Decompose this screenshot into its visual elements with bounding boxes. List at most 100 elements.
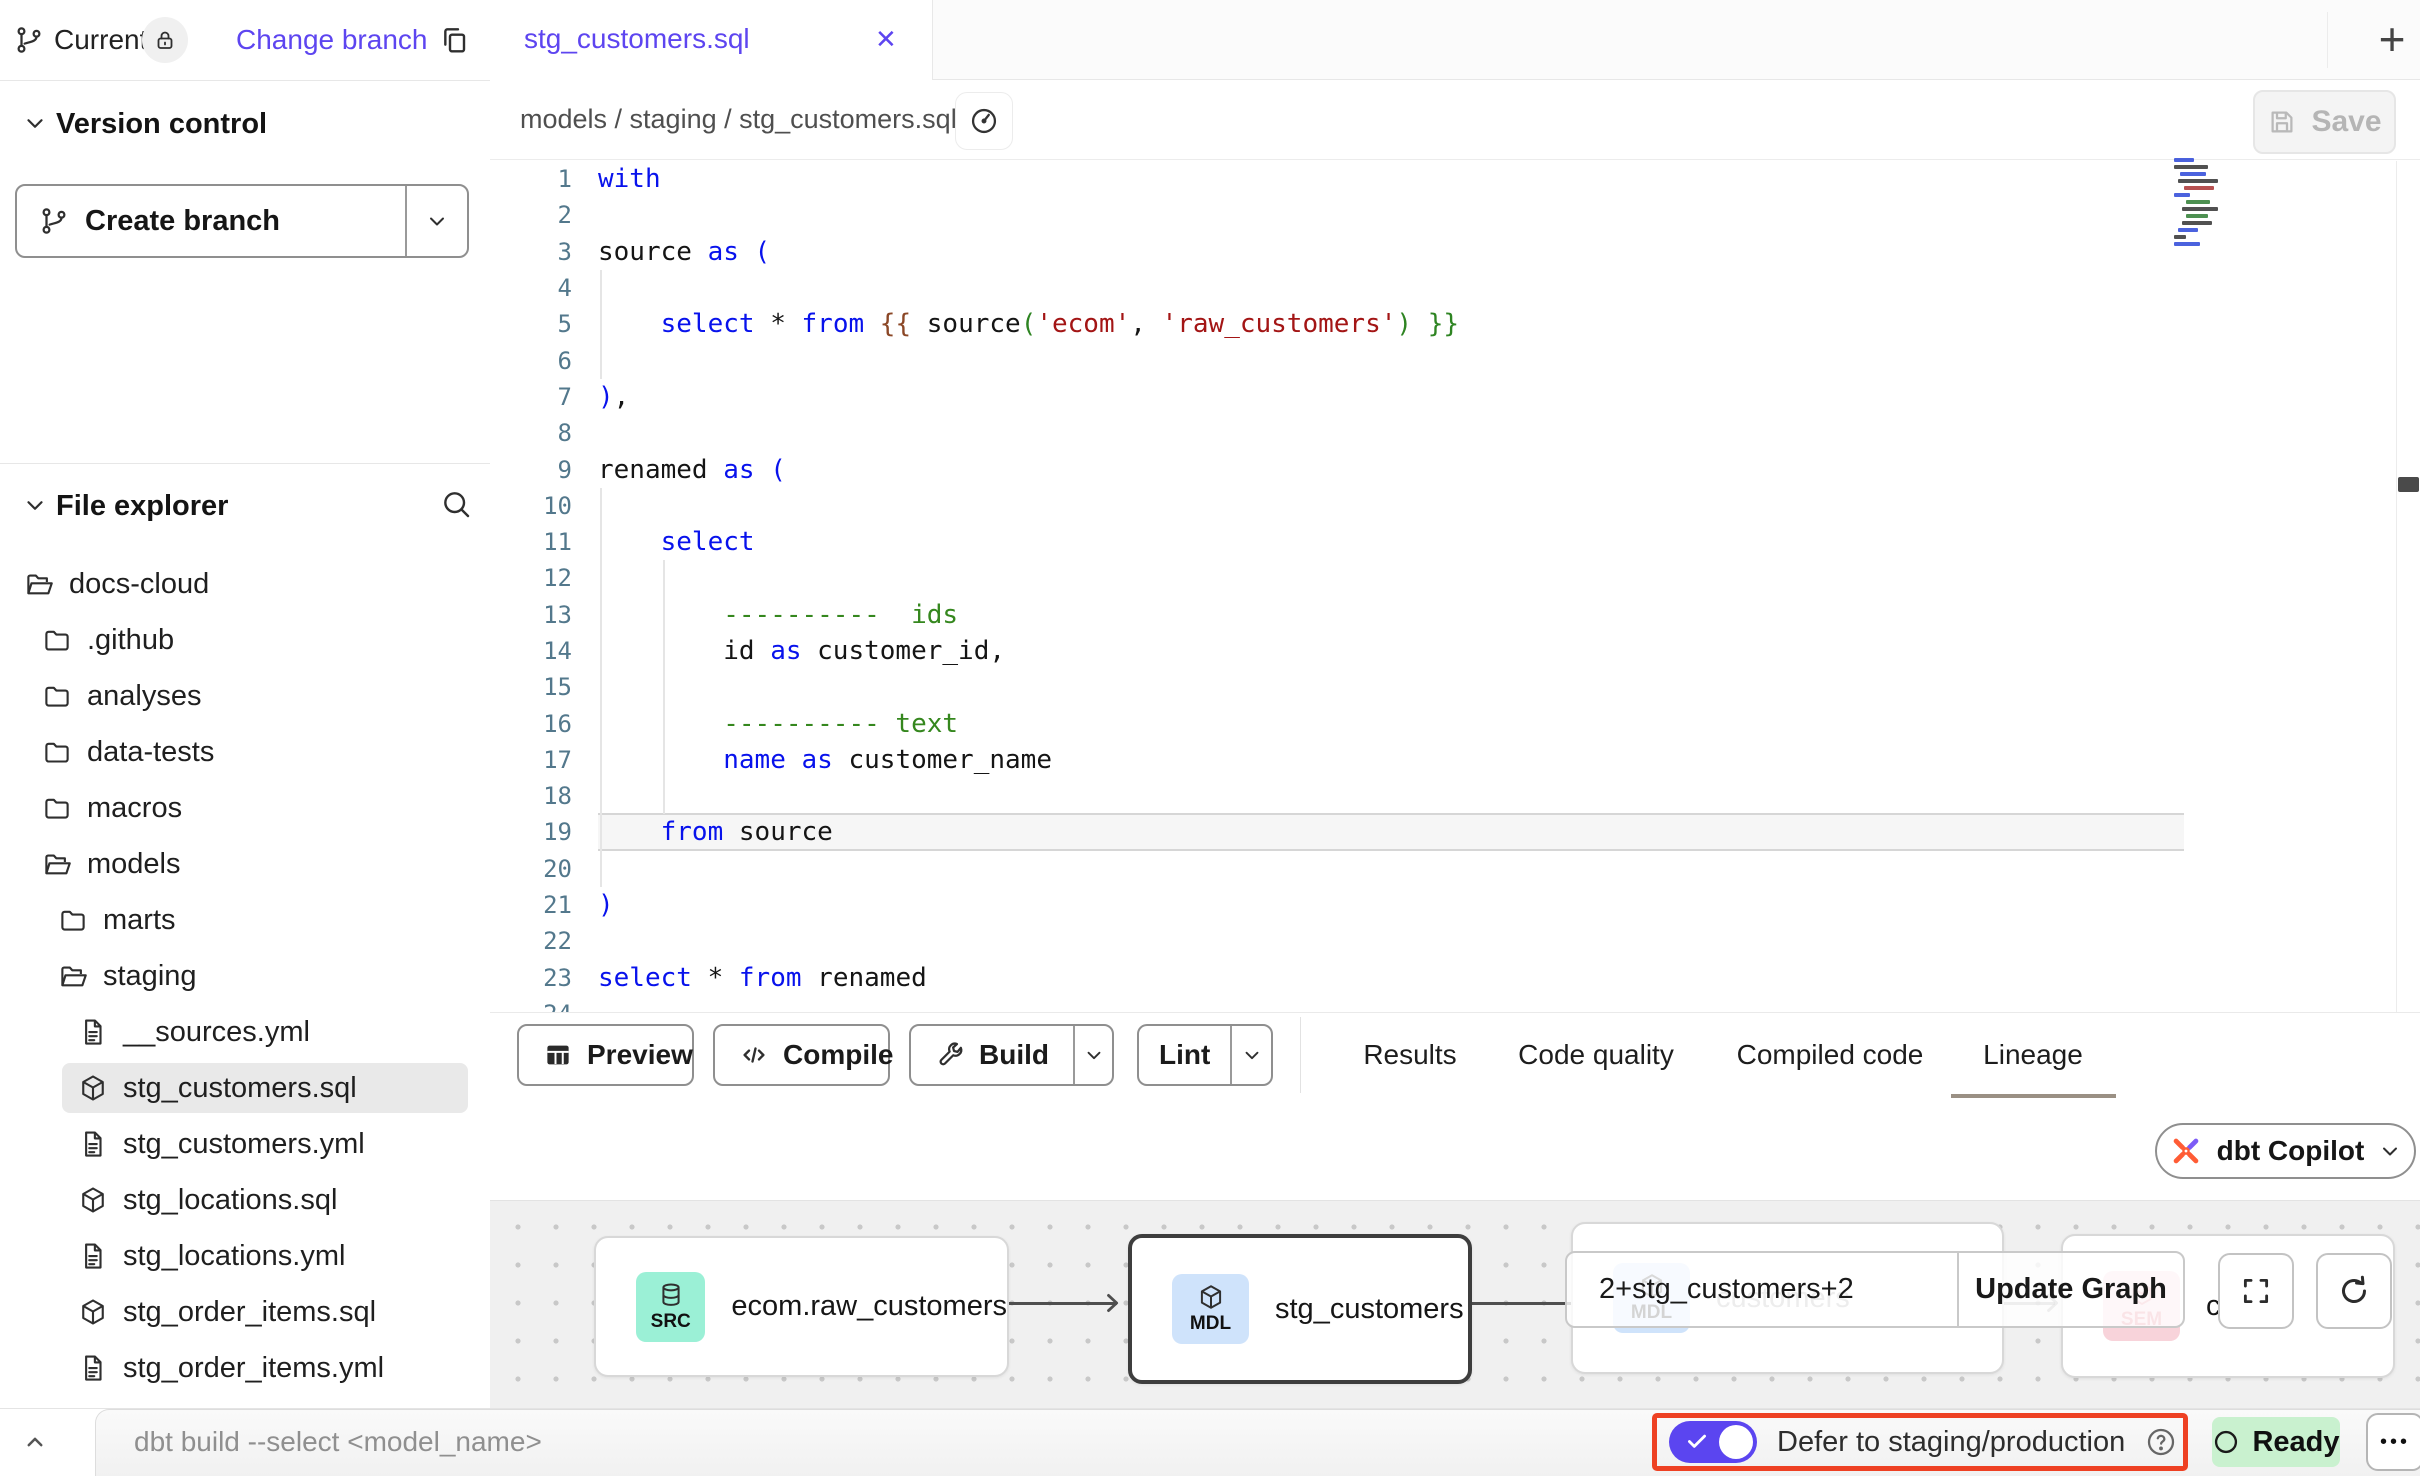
code-line-7[interactable]: 7),: [490, 379, 2420, 415]
build-label: Build: [979, 1039, 1049, 1071]
toggle-knob: [1719, 1425, 1753, 1459]
tree-item-staging[interactable]: staging: [0, 948, 490, 1004]
code-line-24[interactable]: 24: [490, 996, 2420, 1012]
tree-item-docs-cloud[interactable]: docs-cloud: [0, 556, 490, 612]
code-line-21[interactable]: 21): [490, 887, 2420, 923]
build-button[interactable]: Build: [909, 1024, 1114, 1086]
close-icon[interactable]: ✕: [875, 0, 897, 78]
tree-item-label: models: [87, 848, 181, 881]
code-line-12[interactable]: 12: [490, 560, 2420, 596]
file-explorer-chevron-icon[interactable]: [22, 492, 48, 518]
tree-item-analyses[interactable]: analyses: [0, 668, 490, 724]
code-line-23[interactable]: 23select * from renamed: [490, 960, 2420, 996]
code-editor[interactable]: 1with23source as (45 select * from {{ so…: [490, 160, 2420, 1012]
build-dropdown[interactable]: [1073, 1026, 1112, 1084]
line-number: 24: [490, 1000, 598, 1012]
folder-open-icon: [24, 569, 54, 599]
model-badge: MDL: [1172, 1274, 1249, 1344]
save-button[interactable]: Save: [2253, 90, 2396, 154]
update-graph-button[interactable]: Update Graph: [1959, 1253, 2183, 1326]
code-line-14[interactable]: 14 id as customer_id,: [490, 633, 2420, 669]
folder-icon: [58, 905, 88, 935]
navigate-icon[interactable]: [955, 92, 1013, 150]
code-line-16[interactable]: 16 ---------- text: [490, 705, 2420, 741]
create-branch-button[interactable]: Create branch: [15, 184, 469, 258]
code-line-18[interactable]: 18: [490, 778, 2420, 814]
editor-minimap[interactable]: [2174, 158, 2234, 258]
code-line-11[interactable]: 11 select: [490, 524, 2420, 560]
code-line-5[interactable]: 5 select * from {{ source('ecom', 'raw_c…: [490, 306, 2420, 342]
tab-code-quality[interactable]: Code quality: [1518, 1013, 1674, 1097]
search-icon[interactable]: [440, 488, 472, 520]
lineage-node-ecom-raw-customers[interactable]: SRC ecom.raw_customers: [594, 1236, 1009, 1377]
tree-item-macros[interactable]: macros: [0, 780, 490, 836]
new-tab-button[interactable]: +: [2364, 0, 2420, 78]
table-icon: [543, 1040, 573, 1070]
tab-compiled-code[interactable]: Compiled code: [1737, 1013, 1924, 1097]
help-icon[interactable]: [2145, 1426, 2177, 1458]
tree-item-label: data-tests: [87, 736, 214, 769]
status-label: Ready: [2252, 1426, 2339, 1459]
lint-dropdown[interactable]: [1230, 1026, 1271, 1084]
tree-item-stg_customers.sql[interactable]: stg_customers.sql: [0, 1060, 490, 1116]
lineage-header: dbt Copilot: [490, 1098, 2420, 1200]
chevron-up-icon[interactable]: [20, 1427, 50, 1457]
compile-button[interactable]: Compile: [713, 1024, 890, 1086]
lineage-canvas[interactable]: SRC ecom.raw_customers MDL stg_customers…: [490, 1200, 2420, 1408]
code-line-17[interactable]: 17 name as customer_name: [490, 742, 2420, 778]
lineage-node-stg-customers[interactable]: MDL stg_customers: [1128, 1234, 1472, 1384]
lint-button[interactable]: Lint: [1137, 1024, 1273, 1086]
code-line-10[interactable]: 10: [490, 488, 2420, 524]
create-branch-dropdown[interactable]: [405, 186, 467, 256]
code-line-20[interactable]: 20: [490, 851, 2420, 887]
code-line-9[interactable]: 9renamed as (: [490, 451, 2420, 487]
more-options-button[interactable]: •••: [2366, 1413, 2420, 1471]
code-line-8[interactable]: 8: [490, 415, 2420, 451]
tab-results[interactable]: Results: [1363, 1013, 1456, 1097]
tab-lineage[interactable]: Lineage: [1983, 1013, 2083, 1097]
version-control-chevron-icon[interactable]: [22, 110, 48, 136]
preview-button[interactable]: Preview: [517, 1024, 694, 1086]
folder-open-icon: [42, 849, 72, 879]
lineage-selector-input[interactable]: 2+stg_customers+2: [1567, 1253, 1959, 1326]
tree-item-marts[interactable]: marts: [0, 892, 490, 948]
code-line-19[interactable]: 19 from source: [490, 814, 2420, 850]
code-icon: [739, 1040, 769, 1070]
code-line-15[interactable]: 15: [490, 669, 2420, 705]
line-number: 23: [490, 964, 598, 992]
branch-header: Current Change branch: [0, 0, 490, 81]
code-line-22[interactable]: 22: [490, 923, 2420, 959]
tree-item-stg_locations.sql[interactable]: stg_locations.sql: [0, 1172, 490, 1228]
tree-item-.github[interactable]: .github: [0, 612, 490, 668]
code-line-4[interactable]: 4: [490, 270, 2420, 306]
defer-toggle[interactable]: [1669, 1421, 1757, 1463]
tab-bar: stg_customers.sql ✕ +: [490, 0, 2420, 80]
file-icon: [78, 1353, 108, 1383]
code-line-13[interactable]: 13 ---------- ids: [490, 597, 2420, 633]
tree-item-data-tests[interactable]: data-tests: [0, 724, 490, 780]
tree-item-stg_order_items.yml[interactable]: stg_order_items.yml: [0, 1340, 490, 1396]
code-line-6[interactable]: 6: [490, 342, 2420, 378]
tab-stg-customers-sql[interactable]: stg_customers.sql ✕: [490, 0, 933, 80]
copilot-label: dbt Copilot: [2217, 1135, 2365, 1167]
floppy-icon: [2267, 107, 2297, 137]
folder-open-icon: [58, 961, 88, 991]
code-line-2[interactable]: 2: [490, 197, 2420, 233]
code-line-3[interactable]: 3source as (: [490, 234, 2420, 270]
tree-item-__sources.yml[interactable]: __sources.yml: [0, 1004, 490, 1060]
tree-item-stg_order_items.sql[interactable]: stg_order_items.sql: [0, 1284, 490, 1340]
copy-icon[interactable]: [438, 24, 470, 56]
fullscreen-button[interactable]: [2218, 1253, 2294, 1329]
refresh-button[interactable]: [2316, 1253, 2392, 1329]
code-line-1[interactable]: 1with: [490, 161, 2420, 197]
dbt-copilot-button[interactable]: dbt Copilot: [2155, 1123, 2416, 1179]
sidebar: Current Change branch Version control Cr…: [0, 0, 491, 1408]
tree-item-stg_locations.yml[interactable]: stg_locations.yml: [0, 1228, 490, 1284]
tree-item-models[interactable]: models: [0, 836, 490, 892]
change-branch-link[interactable]: Change branch: [236, 0, 427, 80]
editor-scrollbar-thumb[interactable]: [2398, 477, 2419, 492]
model-icon: [78, 1073, 108, 1103]
line-number: 18: [490, 782, 598, 810]
tree-item-stg_customers.yml[interactable]: stg_customers.yml: [0, 1116, 490, 1172]
folder-icon: [42, 737, 72, 767]
